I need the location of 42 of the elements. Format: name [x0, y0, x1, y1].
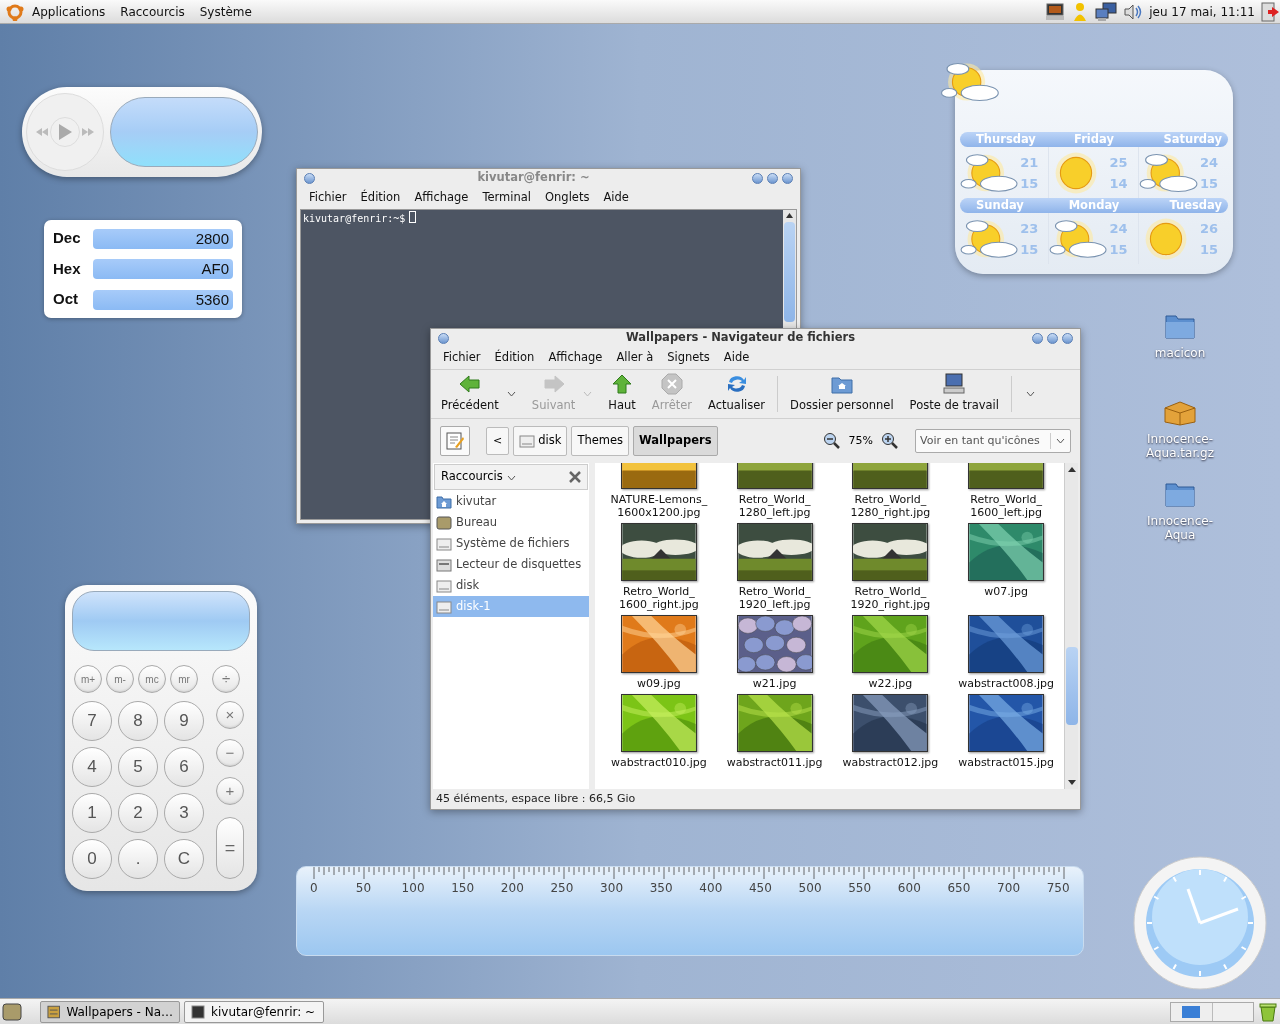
- ruler-label: 150: [450, 880, 476, 897]
- high-temperature: 25: [1109, 153, 1128, 172]
- ruler-label: 450: [748, 880, 773, 897]
- ruler-label: 500: [797, 880, 823, 897]
- ruler-label: 0: [309, 880, 319, 897]
- base-label: Dec: [53, 228, 82, 249]
- ruler-label: 200: [499, 880, 525, 897]
- day-label: Tuesday: [1168, 198, 1223, 213]
- ruler-label: 100: [400, 880, 426, 897]
- high-temperature: 24: [1199, 153, 1218, 172]
- day-label: Thursday: [975, 132, 1037, 147]
- low-temperature: 15: [1020, 174, 1039, 193]
- ruler-label: 50: [354, 880, 373, 897]
- ruler-label: 700: [996, 880, 1021, 897]
- day-label: Monday: [1067, 198, 1121, 213]
- terminal-prompt: kivutar@fenrir:~$: [303, 212, 406, 226]
- ruler-label: 600: [896, 880, 922, 897]
- low-temperature: 14: [1109, 174, 1128, 193]
- high-temperature: 23: [1020, 219, 1039, 238]
- ruler-label: 400: [698, 880, 724, 897]
- window-title: Wallpapers - Navigateur de fichiers: [624, 329, 856, 347]
- high-temperature: 21: [1020, 153, 1039, 172]
- low-temperature: 15: [1020, 240, 1039, 259]
- high-temperature: 26: [1199, 219, 1218, 238]
- day-label: Saturday: [1162, 132, 1223, 147]
- zoom-level: 75%: [848, 432, 873, 449]
- status-text: 45 éléments, espace libre : 66,5 Gio: [436, 790, 636, 807]
- ruler-label: 250: [549, 880, 575, 897]
- day-label: Friday: [1073, 132, 1115, 147]
- window-title: kivutar@fenrir: ~: [476, 169, 591, 187]
- low-temperature: 15: [1109, 240, 1128, 259]
- high-temperature: 24: [1109, 219, 1128, 238]
- ruler-label: 650: [946, 880, 972, 897]
- ruler-label: 300: [599, 880, 624, 897]
- base-label: Hex: [53, 258, 82, 279]
- low-temperature: 15: [1199, 240, 1218, 259]
- ruler-label: 750: [1045, 880, 1071, 897]
- low-temperature: 15: [1199, 174, 1218, 193]
- ruler-label: 350: [648, 880, 674, 897]
- day-label: Sunday: [975, 198, 1025, 213]
- ruler-label: 550: [847, 880, 873, 897]
- base-label: Oct: [53, 289, 79, 310]
